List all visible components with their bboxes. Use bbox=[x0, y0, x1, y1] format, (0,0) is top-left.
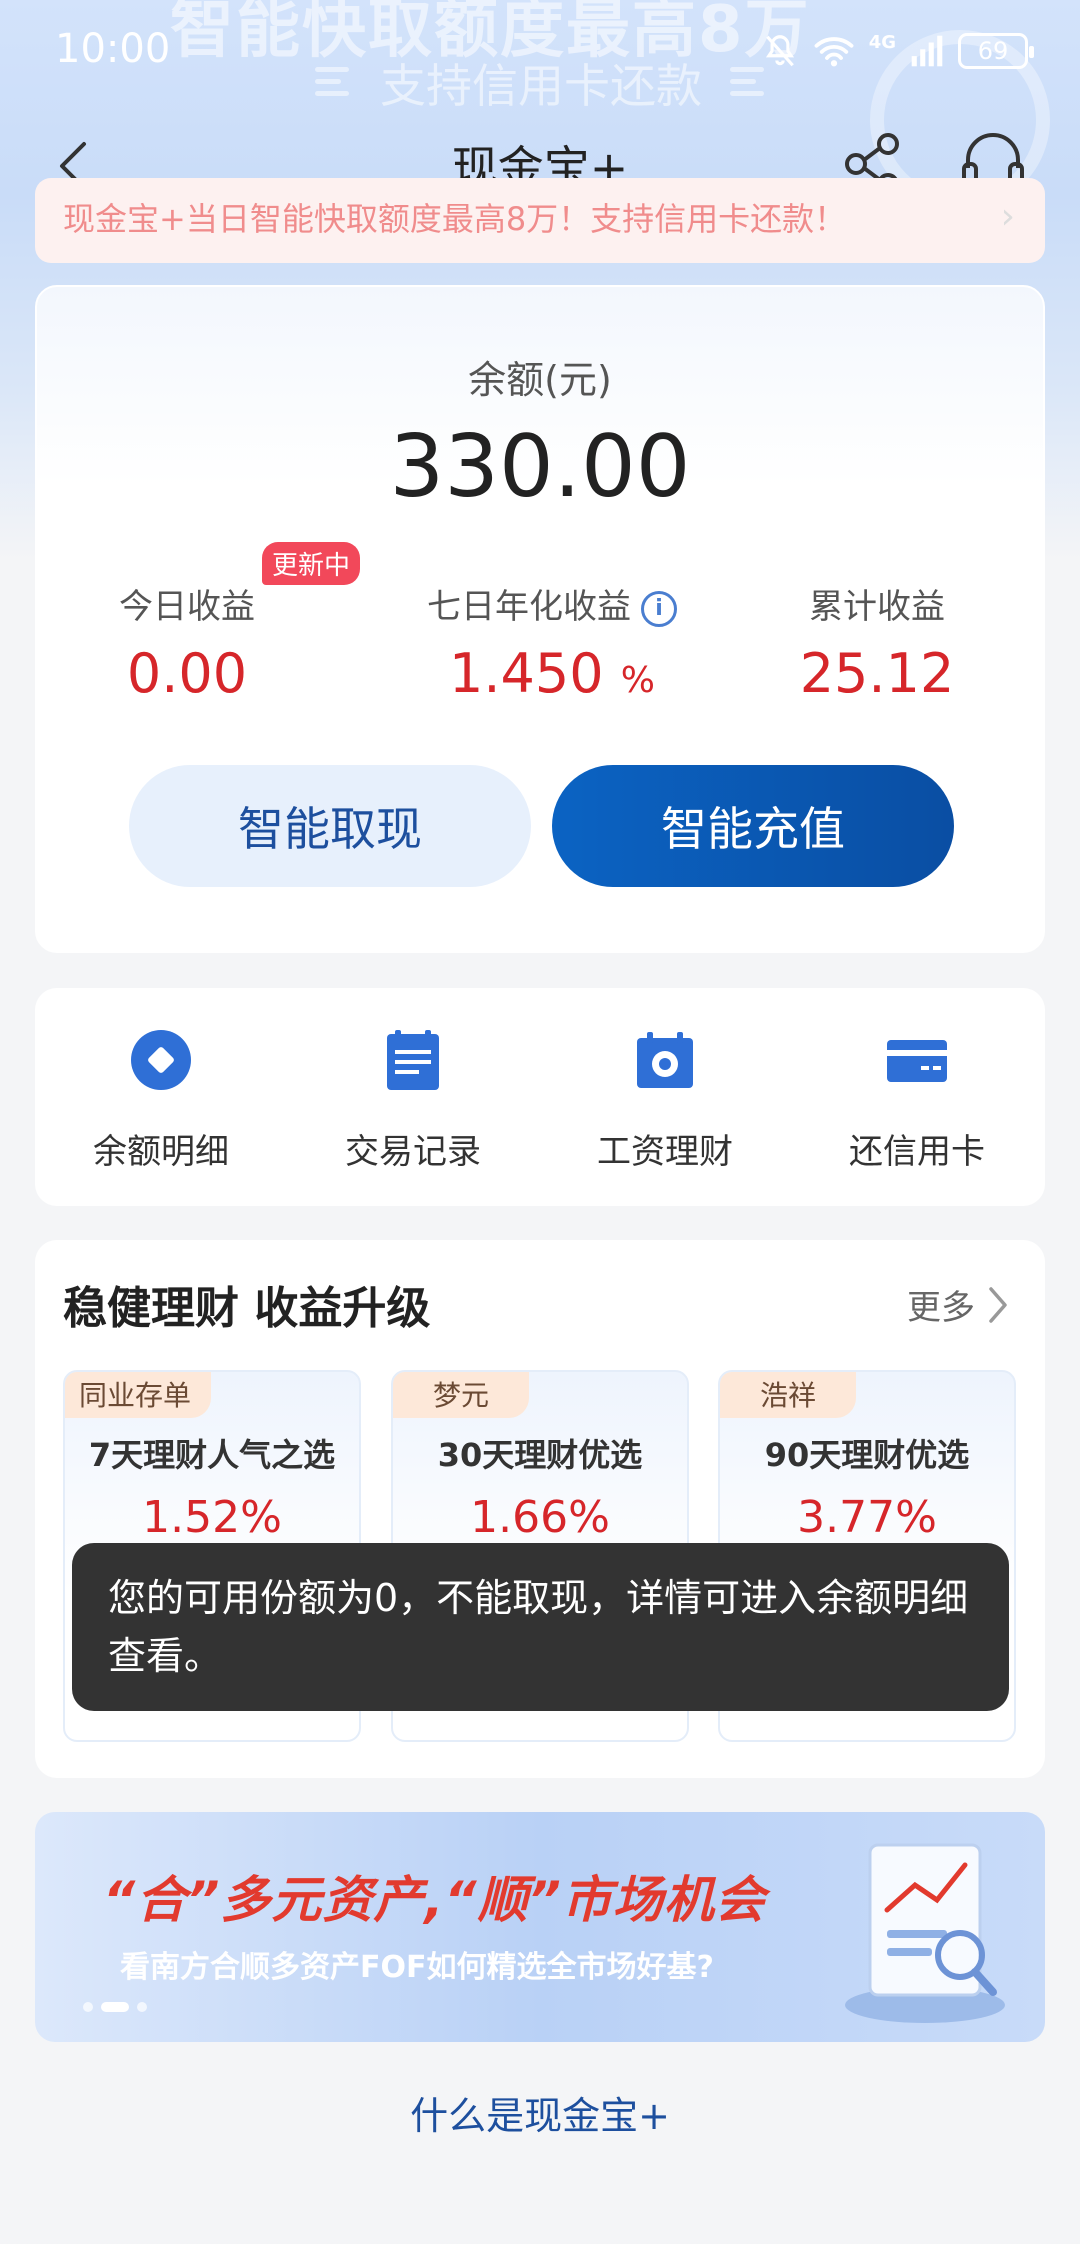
stat-label: 今日收益 bbox=[119, 587, 255, 627]
carousel-indicator bbox=[83, 2002, 147, 2012]
battery-icon: 69 bbox=[958, 33, 1034, 69]
stat-unit: % bbox=[620, 660, 655, 701]
balance-detail-icon bbox=[131, 1030, 191, 1090]
banner-title: “合”多元资产,“顺”市场机会 bbox=[103, 1871, 766, 1929]
status-bar: 10:00 4G 69 bbox=[0, 0, 1080, 100]
notice-text: 现金宝+当日智能快取额度最高8万！支持信用卡还款！ bbox=[63, 200, 847, 238]
mute-icon bbox=[765, 35, 794, 67]
balance-card: 余额(元) 330.00 今日收益 0.00 更新中 七日年化收益 i 1.450… bbox=[35, 285, 1045, 953]
stat-total-income: 累计收益 25.12 bbox=[717, 579, 1037, 705]
banner-subtitle: 看南方合顺多资产FOF如何精选全市场好基? bbox=[120, 1950, 714, 1985]
quick-menu: 余额明细 交易记录 工资理财 还信用卡 bbox=[35, 988, 1045, 1206]
menu-label: 余额明细 bbox=[93, 1132, 229, 1172]
info-icon[interactable]: i bbox=[641, 590, 677, 627]
network-type: 4G bbox=[868, 32, 896, 53]
menu-label: 还信用卡 bbox=[849, 1132, 985, 1172]
stat-value: 0.00 bbox=[126, 642, 248, 705]
signal-icon bbox=[911, 35, 943, 67]
transaction-record-icon bbox=[387, 1030, 439, 1090]
product-tag: 同业存单 bbox=[65, 1372, 212, 1418]
menu-item-salary-finance[interactable]: 工资理财 bbox=[539, 1028, 791, 1173]
toast-message: 您的可用份额为0，不能取现，详情可进入余额明细查看。 bbox=[72, 1543, 1009, 1711]
product-name: 30天理财优选 bbox=[437, 1436, 643, 1474]
menu-label: 工资理财 bbox=[597, 1132, 733, 1172]
status-icons: 4G 69 bbox=[761, 32, 1034, 70]
menu-item-balance-detail[interactable]: 余额明细 bbox=[35, 1028, 287, 1173]
stat-label: 七日年化收益 bbox=[427, 587, 631, 627]
stat-value: 25.12 bbox=[799, 642, 955, 705]
status-time: 10:00 bbox=[55, 26, 171, 72]
what-is-link[interactable]: 什么是现金宝+ bbox=[0, 2085, 1080, 2140]
deposit-button[interactable]: 智能充值 bbox=[552, 765, 954, 887]
promo-banner[interactable]: “合”多元资产,“顺”市场机会 看南方合顺多资产FOF如何精选全市场好基? bbox=[35, 1812, 1045, 2042]
battery-level: 69 bbox=[977, 37, 1009, 65]
more-label: 更多 bbox=[907, 1288, 975, 1328]
product-tag: 梦元 bbox=[393, 1372, 530, 1418]
menu-label: 交易记录 bbox=[345, 1132, 481, 1172]
stat-label: 累计收益 bbox=[809, 587, 945, 627]
withdraw-button[interactable]: 智能取现 bbox=[129, 765, 531, 887]
product-rate: 1.66% bbox=[470, 1492, 610, 1543]
stat-value: 1.450 bbox=[449, 642, 604, 705]
more-link[interactable]: 更多 bbox=[907, 1280, 1009, 1329]
chevron-right-icon bbox=[989, 1286, 1007, 1323]
notice-marquee[interactable]: 现金宝+当日智能快取额度最高8万！支持信用卡还款！ › bbox=[35, 178, 1045, 263]
menu-item-credit-card[interactable]: 还信用卡 bbox=[791, 1028, 1043, 1173]
product-name: 90天理财优选 bbox=[764, 1436, 970, 1474]
balance-amount: 330.00 bbox=[389, 417, 691, 517]
product-rate: 1.52% bbox=[142, 1492, 282, 1543]
wifi-icon bbox=[814, 37, 854, 67]
section-title: 稳健理财 收益升级 bbox=[63, 1283, 431, 1334]
product-name: 7天理财人气之选 bbox=[88, 1436, 336, 1474]
balance-label: 余额(元) bbox=[468, 358, 612, 402]
credit-card-icon bbox=[887, 1040, 947, 1082]
status-badge: 更新中 bbox=[262, 542, 361, 585]
report-chart-illustration bbox=[845, 1843, 1005, 2023]
stat-seven-day-yield: 七日年化收益 i 1.450 % bbox=[377, 579, 727, 705]
product-tag: 浩祥 bbox=[720, 1372, 857, 1418]
salary-finance-icon bbox=[637, 1032, 693, 1088]
chevron-right-icon: › bbox=[1000, 196, 1015, 237]
product-rate: 3.77% bbox=[797, 1492, 937, 1543]
stat-today-income: 今日收益 0.00 bbox=[27, 579, 347, 705]
menu-item-transaction-record[interactable]: 交易记录 bbox=[287, 1028, 539, 1173]
